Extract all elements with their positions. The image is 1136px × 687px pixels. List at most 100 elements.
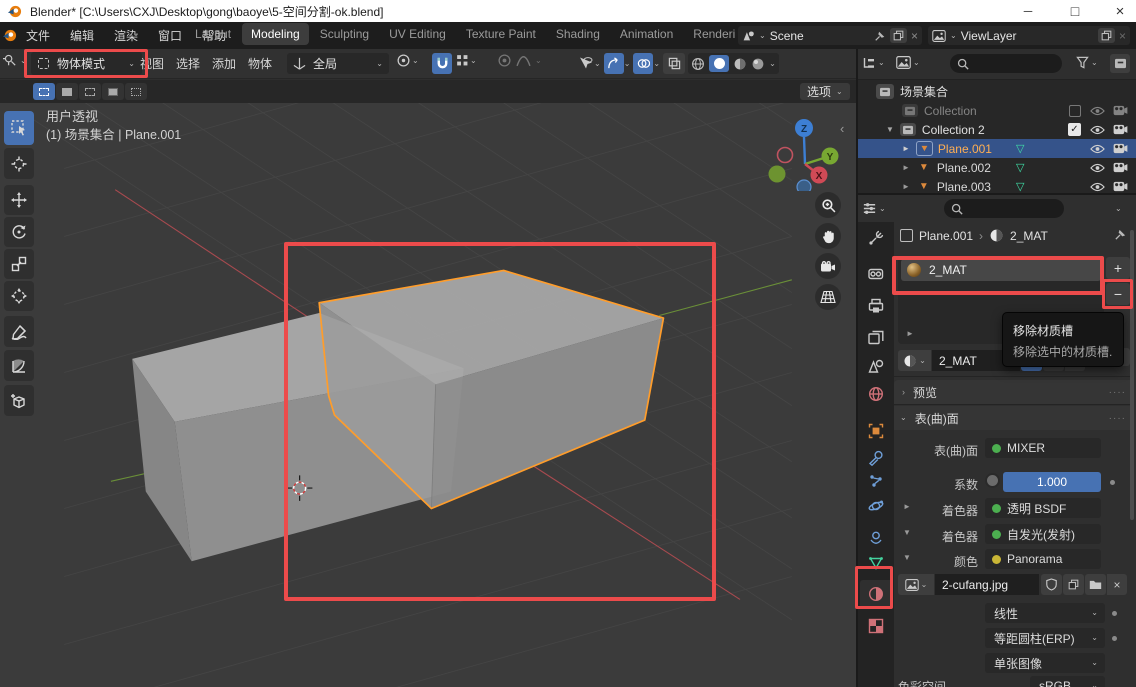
gizmos-dropdown[interactable]: ⌄	[604, 53, 631, 74]
navigation-gizmo[interactable]: Z Y X	[768, 115, 842, 191]
breadcrumb-material[interactable]: 2_MAT	[1010, 229, 1048, 243]
collection2-label[interactable]: Collection 2	[922, 123, 985, 137]
camera-icon[interactable]	[1113, 105, 1128, 116]
tab-rendering[interactable]: Renderi	[684, 23, 744, 45]
new-viewlayer-button[interactable]	[1098, 28, 1115, 43]
outliner-row-plane001[interactable]: ► ▼ Plane.001 ▽	[858, 139, 1136, 158]
select-mode-extend-button[interactable]	[56, 83, 78, 100]
transform-orientation-dropdown[interactable]: 全局 ⌄	[287, 53, 389, 74]
expand-arrow-icon[interactable]: ►	[902, 163, 910, 172]
image-fake-user-button[interactable]	[1041, 574, 1062, 595]
outliner-display-mode[interactable]: ⌄	[862, 56, 885, 70]
menu-select[interactable]: 选择	[170, 52, 206, 75]
shading-rendered-icon[interactable]	[751, 57, 765, 71]
blender-menu-logo-icon[interactable]	[2, 28, 17, 43]
orthographic-toggle-button[interactable]	[815, 284, 841, 310]
menu-view[interactable]: 视图	[134, 52, 170, 75]
tool-select-box[interactable]	[4, 111, 34, 145]
eye-icon[interactable]	[1090, 182, 1105, 192]
factor-slider[interactable]: 1.000	[1003, 472, 1101, 492]
animate-decorator[interactable]	[1112, 636, 1117, 641]
image-name-field[interactable]: 2-cufang.jpg	[935, 574, 1039, 595]
browse-image-button[interactable]: ⌄	[898, 574, 934, 595]
new-collection-button[interactable]	[1110, 54, 1130, 73]
expand-arrow-icon[interactable]: ►	[902, 144, 910, 153]
zoom-button[interactable]	[815, 192, 841, 218]
select-mode-new-button[interactable]	[33, 83, 55, 100]
pan-button[interactable]	[815, 223, 841, 249]
tab-world[interactable]	[860, 380, 892, 408]
outliner-row-collection[interactable]: Collection	[858, 101, 1136, 120]
pin-id-icon[interactable]	[1114, 228, 1127, 241]
select-mode-intersect-button[interactable]	[125, 83, 147, 100]
pin-icon[interactable]	[874, 30, 886, 42]
open-image-button[interactable]	[1085, 574, 1106, 595]
mesh-data-icon[interactable]: ▽	[1016, 161, 1024, 174]
tab-texture[interactable]	[860, 612, 892, 640]
outliner-filter-dropdown[interactable]: ⌄	[1076, 56, 1098, 69]
surface-node-value[interactable]: MIXER	[985, 438, 1101, 458]
interpolation-dropdown[interactable]: 线性 ⌄	[985, 603, 1105, 623]
minimize-button[interactable]: ─	[1008, 4, 1048, 18]
outliner-row-plane002[interactable]: ► ▼ Plane.002 ▽	[858, 158, 1136, 177]
colorspace-dropdown[interactable]: sRGB ⌄	[1030, 676, 1105, 687]
camera-icon[interactable]	[1113, 124, 1128, 135]
scene-name[interactable]: Scene	[770, 29, 804, 43]
panel-drag-handle[interactable]: ····	[1109, 413, 1126, 424]
shading-wireframe-icon[interactable]	[691, 57, 705, 71]
outliner-row-collection2[interactable]: ▼ Collection 2 ✓	[858, 120, 1136, 139]
tab-scene[interactable]	[860, 352, 892, 380]
viewlayer-selector[interactable]: ⌄ ViewLayer ×	[928, 26, 1130, 45]
close-button[interactable]: ×	[1100, 3, 1136, 20]
camera-icon[interactable]	[1113, 181, 1128, 192]
tool-rotate[interactable]	[4, 217, 34, 247]
browse-material-button[interactable]: ⌄	[898, 350, 931, 371]
expand-arrow-icon[interactable]: ►	[902, 182, 910, 191]
animate-decorator[interactable]	[1110, 480, 1115, 485]
camera-icon[interactable]	[1113, 162, 1128, 173]
eye-icon[interactable]	[1090, 106, 1105, 116]
plane003-label[interactable]: Plane.003	[937, 180, 991, 194]
mode-dropdown[interactable]: 物体模式 ⌄	[31, 52, 142, 75]
new-scene-button[interactable]	[890, 28, 907, 43]
remove-material-slot-button[interactable]: −	[1106, 283, 1130, 305]
pivot-dropdown[interactable]: ⌄	[396, 53, 419, 68]
source-dropdown[interactable]: 单张图像 ⌄	[985, 653, 1105, 673]
tool-transform[interactable]	[4, 281, 34, 311]
select-mode-subtract-button[interactable]	[79, 83, 101, 100]
menu-edit[interactable]: 编辑	[64, 24, 100, 47]
tab-layout[interactable]: Layout	[186, 23, 240, 45]
unlink-image-button[interactable]: ×	[1107, 574, 1127, 595]
proportional-edit-group[interactable]: ⌄	[497, 53, 542, 68]
copy-image-button[interactable]	[1063, 574, 1084, 595]
breadcrumb-object[interactable]: Plane.001	[919, 229, 973, 243]
outliner-filter-id-type[interactable]: ⌄	[896, 56, 920, 69]
projection-dropdown[interactable]: 等距圆柱(ERP) ⌄	[985, 628, 1105, 648]
tab-material[interactable]	[860, 580, 892, 608]
xray-toggle-button[interactable]	[663, 53, 685, 74]
shading-material-icon[interactable]	[733, 57, 747, 71]
tab-shading[interactable]: Shading	[547, 23, 609, 45]
camera-icon[interactable]	[1113, 143, 1128, 154]
snap-settings-dropdown[interactable]: ⌄	[455, 53, 477, 68]
panel-drag-handle[interactable]: ····	[1109, 387, 1126, 398]
outliner-row-scene-collection[interactable]: 场景集合	[858, 82, 1136, 101]
viewport-3d[interactable]: 用户透视 (1) 场景集合 | Plane.001 ‹	[0, 103, 856, 687]
mesh-data-icon[interactable]: ▽	[1016, 180, 1024, 193]
plane002-label[interactable]: Plane.002	[937, 161, 991, 175]
editor-type-selector[interactable]: ⌄	[3, 53, 27, 68]
scene-collection-label[interactable]: 场景集合	[900, 83, 948, 100]
tab-uv-editing[interactable]: UV Editing	[380, 23, 455, 45]
menu-object[interactable]: 物体	[242, 52, 278, 75]
exclude-checkbox[interactable]	[1069, 105, 1081, 117]
tab-animation[interactable]: Animation	[611, 23, 682, 45]
menu-file[interactable]: 文件	[20, 24, 56, 47]
shading-chevron-icon[interactable]: ⌄	[769, 60, 776, 68]
tab-render[interactable]	[860, 260, 892, 288]
plane001-label[interactable]: Plane.001	[938, 142, 992, 156]
tab-sculpting[interactable]: Sculpting	[311, 23, 378, 45]
shading-solid-button[interactable]	[709, 55, 729, 72]
add-material-slot-button[interactable]: +	[1106, 257, 1130, 279]
menu-render[interactable]: 渲染	[108, 24, 144, 47]
menu-add[interactable]: 添加	[206, 52, 242, 75]
